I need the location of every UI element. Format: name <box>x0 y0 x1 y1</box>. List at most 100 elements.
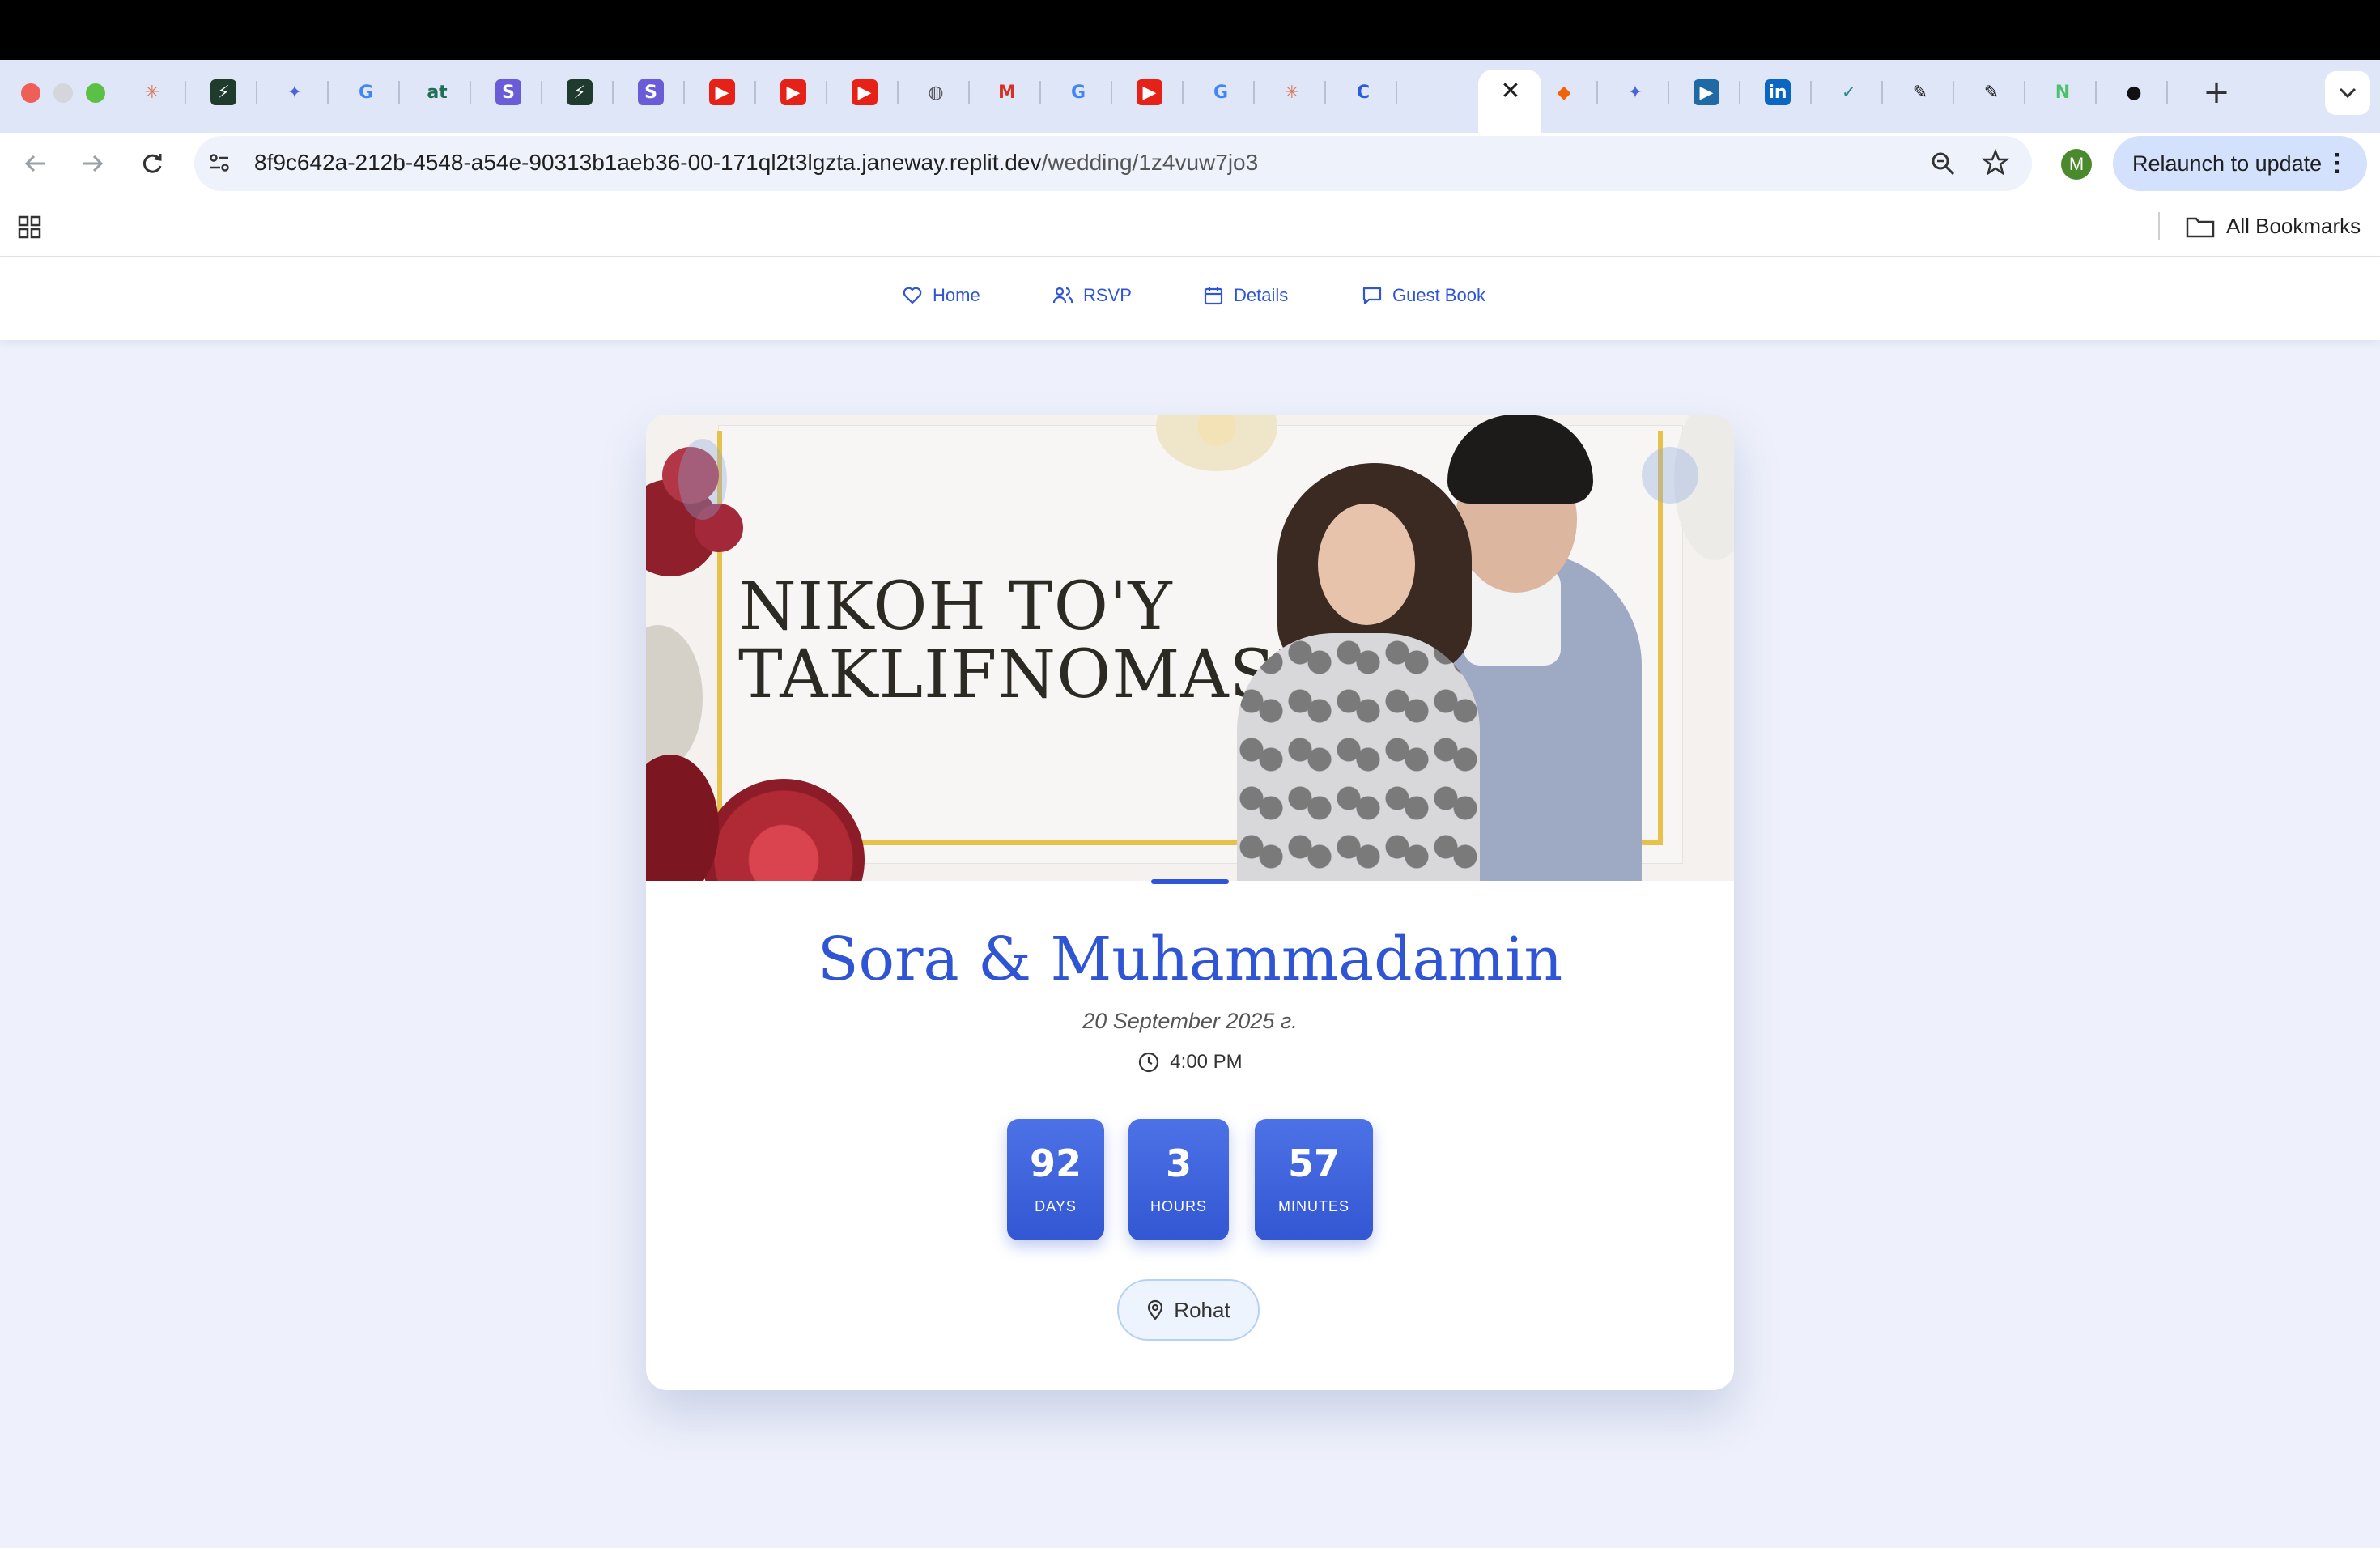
video-icon[interactable]: ▶ <box>1694 79 1719 105</box>
invitation-card: NIKOH TO'Y TAKLIFNOMASI Sora & Muhammada… <box>646 415 1734 1390</box>
nav-guest-book-label: Guest Book <box>1392 285 1485 305</box>
profile-avatar[interactable]: M <box>2061 149 2092 180</box>
tab-separator <box>1039 81 1041 104</box>
tab-separator <box>683 81 685 104</box>
replit-icon[interactable]: ◆ <box>1551 79 1577 105</box>
nav-details[interactable]: Details <box>1203 285 1288 306</box>
carousel-indicator[interactable] <box>1151 879 1229 884</box>
pen-check-icon[interactable]: ✎ <box>1978 79 2004 105</box>
reload-button[interactable] <box>134 146 170 181</box>
globe-icon[interactable]: ◍ <box>923 79 949 105</box>
bird-logo-icon[interactable]: ✦ <box>282 79 308 105</box>
tab-separator <box>2166 81 2168 104</box>
tab-separator <box>1324 81 1326 104</box>
calendar-icon <box>1204 287 1223 305</box>
back-button[interactable] <box>18 146 53 181</box>
all-bookmarks-label: All Bookmarks <box>2226 214 2361 238</box>
pen-icon[interactable]: ✎ <box>1907 79 1933 105</box>
google-icon[interactable]: G <box>1065 79 1091 105</box>
tab-search-button[interactable] <box>2325 71 2370 115</box>
chevron-down-icon <box>2339 87 2357 99</box>
claude-icon[interactable]: ✳ <box>1279 79 1305 105</box>
couple-names: Sora & Muhammadamin <box>817 925 1563 994</box>
site-navigation <box>0 257 2380 340</box>
url-host: 8f9c642a-212b-4548-a54e-90313b1aeb36-00-… <box>254 150 1042 175</box>
youtube-icon[interactable]: ▶ <box>780 79 806 105</box>
flower-decoration <box>646 755 719 881</box>
users-icon <box>1052 287 1073 304</box>
at-logo-icon[interactable]: at <box>424 79 450 105</box>
arrow-left-icon <box>24 155 45 172</box>
banner-title: NIKOH TO'Y TAKLIFNOMASI <box>738 573 1303 709</box>
zoom-icon[interactable] <box>1930 151 1956 176</box>
nav-rsvp-label: RSVP <box>1083 285 1132 305</box>
leaf-decoration <box>646 625 703 771</box>
nav-guest-book[interactable]: Guest Book <box>1362 285 1485 306</box>
close-window-button[interactable] <box>21 83 40 103</box>
tab-separator <box>327 81 329 104</box>
tab-separator <box>2095 81 2097 104</box>
close-tab-icon[interactable]: ✕ <box>1498 79 1523 104</box>
wedding-time-text: 4:00 PM <box>1170 1051 1243 1073</box>
new-tab-button[interactable]: + <box>2200 76 2233 108</box>
youtube-icon[interactable]: ▶ <box>1137 79 1162 105</box>
minimize-window-button[interactable] <box>53 83 73 103</box>
countdown-minutes: 57 MINUTES <box>1255 1119 1373 1240</box>
tab-separator <box>968 81 970 104</box>
google-icon[interactable]: G <box>353 79 379 105</box>
location-button[interactable]: Rohat <box>1117 1279 1260 1341</box>
youtube-icon[interactable]: ▶ <box>709 79 735 105</box>
wedding-time: 4:00 PM <box>646 1051 1734 1074</box>
relaunch-label: Relaunch to update <box>2132 151 2323 176</box>
tab-separator <box>1596 81 1598 104</box>
nav-rsvp[interactable]: RSVP <box>1052 285 1132 306</box>
translate-icon[interactable]: ✓ <box>1836 79 1862 105</box>
bookmarks-bar <box>0 194 2380 257</box>
bird-logo-icon[interactable]: ✦ <box>1622 79 1648 105</box>
banner-title-line1: NIKOH TO'Y <box>738 568 1173 645</box>
folder-icon <box>2186 217 2215 237</box>
github-icon[interactable]: ● <box>2121 79 2147 105</box>
reload-icon <box>142 154 162 173</box>
s-logo-icon[interactable]: S <box>638 79 664 105</box>
gmail-icon[interactable]: M <box>994 79 1020 105</box>
s-logo-icon[interactable]: S <box>495 79 521 105</box>
forward-button[interactable] <box>74 146 110 181</box>
all-bookmarks-button[interactable]: All Bookmarks <box>2186 214 2361 239</box>
tab-separator <box>541 81 542 104</box>
relaunch-button[interactable]: Relaunch to update ⋮ <box>2113 136 2367 191</box>
lightning-app-icon[interactable]: ⚡ <box>567 79 593 105</box>
c-logo-icon[interactable]: C <box>1350 79 1376 105</box>
nav-home-label: Home <box>933 285 980 305</box>
n-logo-icon[interactable]: N <box>2050 79 2076 105</box>
tab-separator <box>1253 81 1255 104</box>
banner-title-line2: TAKLIFNOMASI <box>738 636 1303 713</box>
tab-separator <box>1810 81 1812 104</box>
apps-grid-icon[interactable] <box>18 215 42 240</box>
nav-details-label: Details <box>1234 285 1289 305</box>
arrow-right-icon <box>83 155 104 172</box>
url-text[interactable]: 8f9c642a-212b-4548-a54e-90313b1aeb36-00-… <box>254 150 1258 176</box>
tab-separator <box>398 81 400 104</box>
tab-separator <box>754 81 756 104</box>
countdown-days-value: 92 <box>1029 1142 1082 1185</box>
location-label: Rohat <box>1174 1297 1230 1322</box>
url-path: /wedding/1z4vuw7jo3 <box>1041 150 1259 175</box>
nav-home[interactable]: Home <box>902 285 980 306</box>
youtube-icon[interactable]: ▶ <box>852 79 878 105</box>
claude-icon[interactable]: ✳ <box>139 79 165 105</box>
google-icon[interactable]: G <box>1208 79 1234 105</box>
bookmarks-divider <box>2158 212 2160 240</box>
countdown-days: 92 DAYS <box>1007 1119 1104 1240</box>
tab-separator <box>2024 81 2025 104</box>
message-icon <box>1362 287 1382 305</box>
lightning-app-icon[interactable]: ⚡ <box>210 79 236 105</box>
maximize-window-button[interactable] <box>86 83 105 103</box>
linkedin-icon[interactable]: in <box>1765 79 1791 105</box>
site-settings-icon[interactable] <box>207 151 232 175</box>
tab-separator <box>1668 81 1669 104</box>
tab-separator <box>1182 81 1184 104</box>
bookmark-star-icon[interactable] <box>1982 149 2009 176</box>
tab-separator <box>185 81 186 104</box>
tab-separator <box>897 81 899 104</box>
